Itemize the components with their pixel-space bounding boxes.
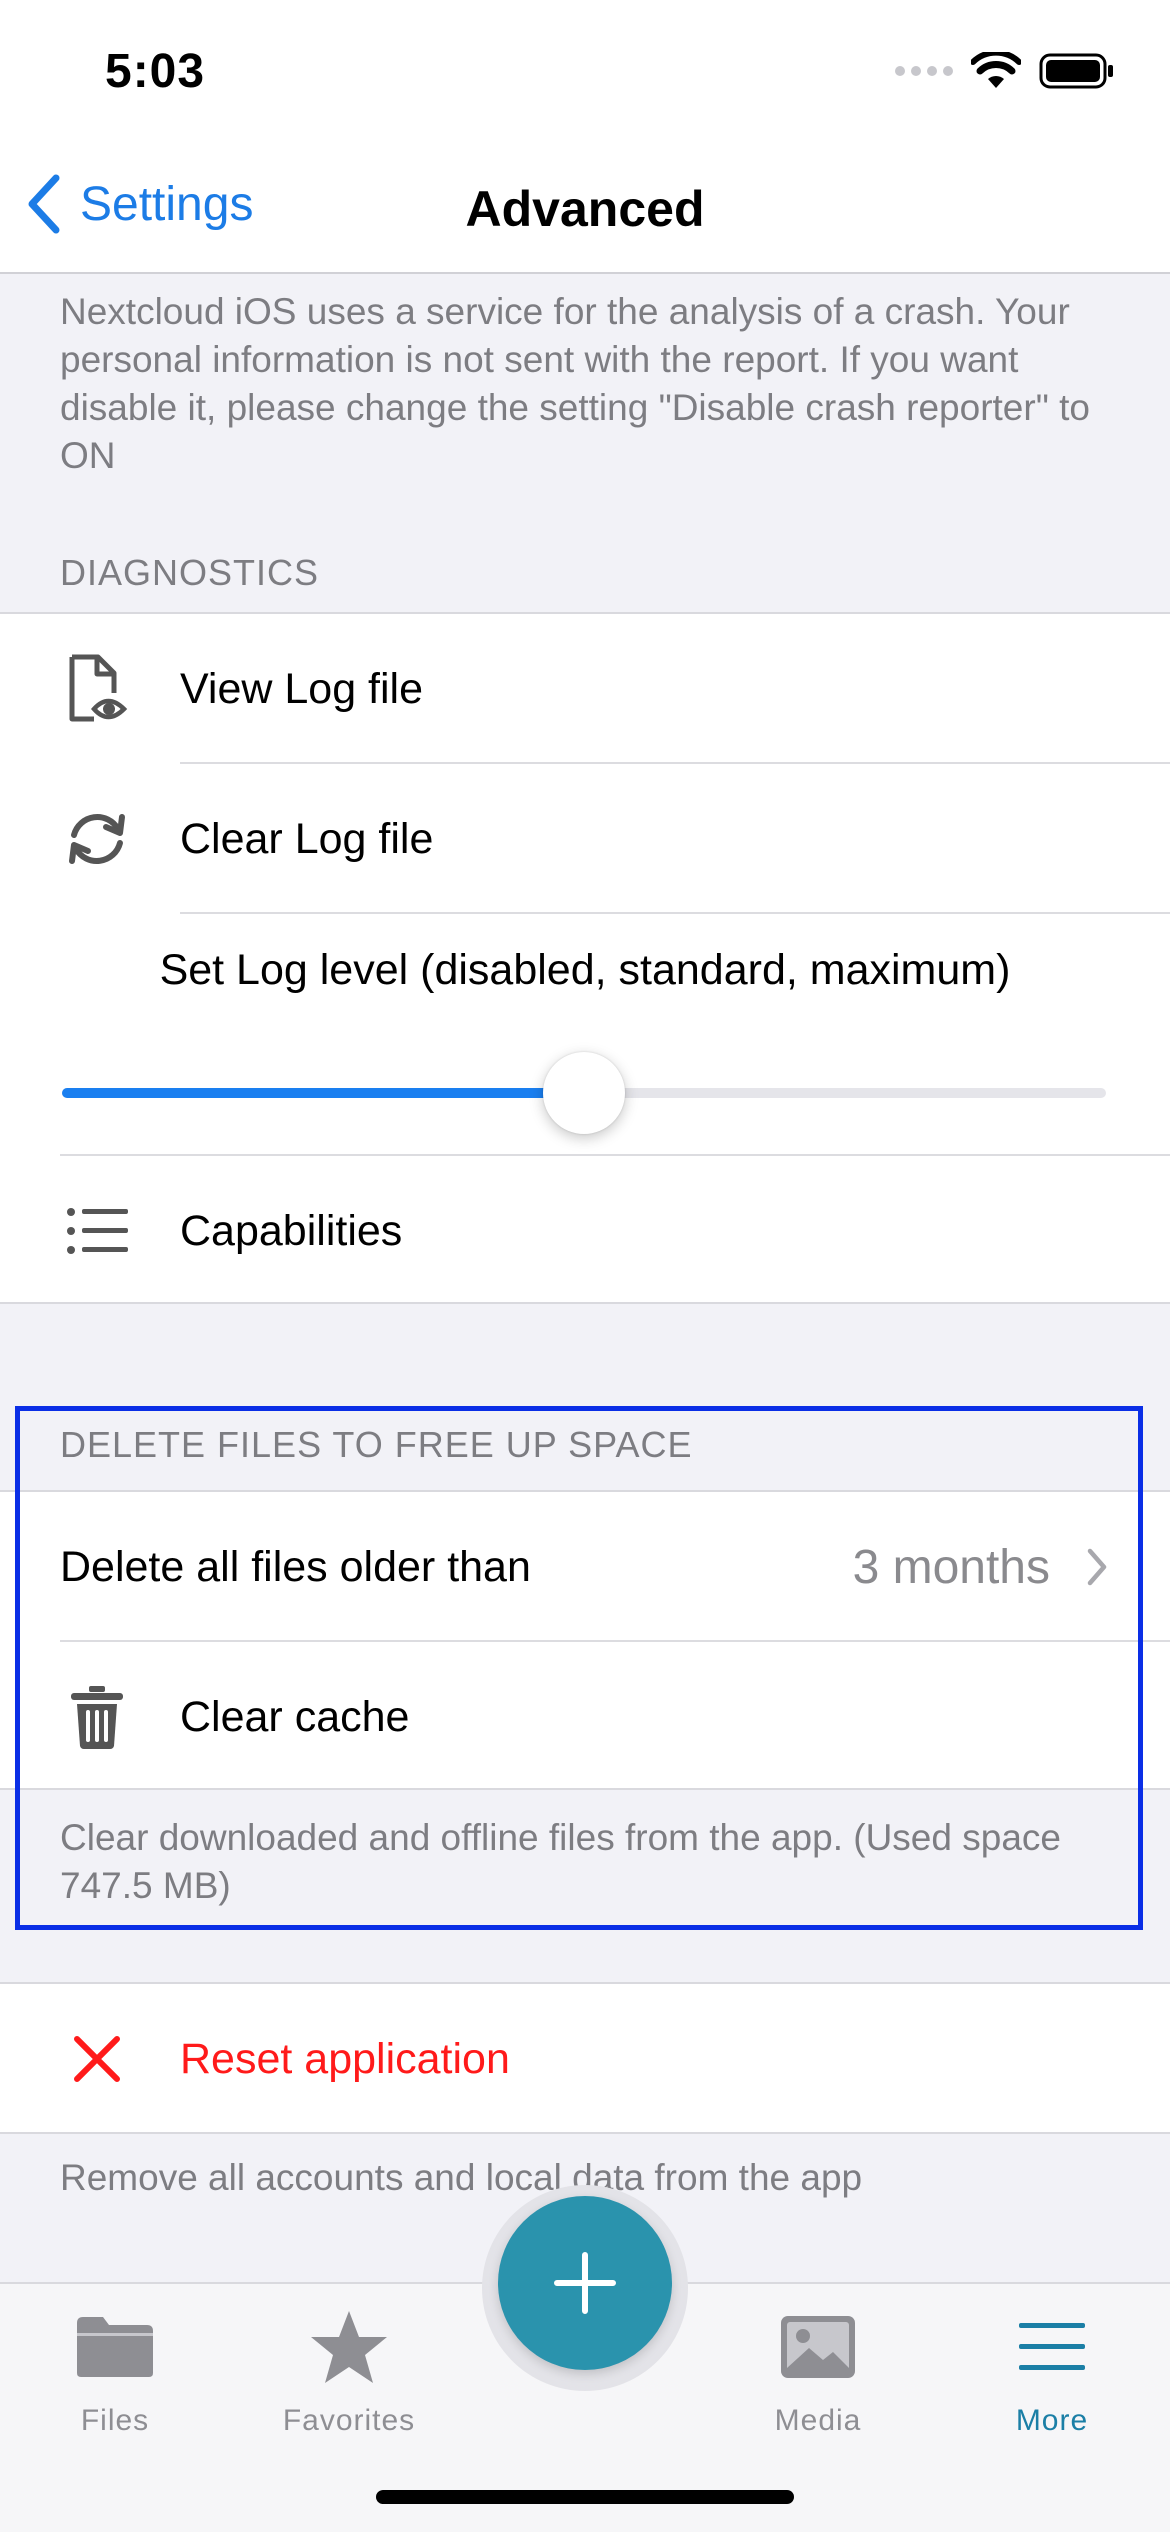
diagnostics-group: View Log file Clear Log file Set Log lev… xyxy=(0,612,1170,1304)
add-button[interactable] xyxy=(498,2196,672,2370)
tab-more-label: More xyxy=(1015,2404,1089,2437)
document-eye-icon xyxy=(60,649,134,729)
wifi-icon xyxy=(971,52,1021,88)
view-log-file-label: View Log file xyxy=(180,664,424,713)
star-icon xyxy=(259,2302,439,2392)
navigation-bar: Settings Advanced xyxy=(0,150,1170,274)
crash-reporter-info: Nextcloud iOS uses a service for the ana… xyxy=(60,291,1090,476)
tab-media-label: Media xyxy=(774,2404,862,2437)
log-level-slider-thumb[interactable] xyxy=(543,1052,625,1134)
log-level-slider-fill xyxy=(62,1088,584,1098)
status-time: 5:03 xyxy=(105,45,206,98)
close-icon xyxy=(60,2019,134,2099)
status-bar: 5:03 xyxy=(0,0,1170,150)
photo-icon xyxy=(728,2302,908,2392)
clear-log-file-label: Clear Log file xyxy=(180,814,434,863)
tab-favorites-label: Favorites xyxy=(282,2404,416,2437)
plus-icon xyxy=(554,2252,616,2314)
refresh-icon xyxy=(60,799,134,879)
folder-icon xyxy=(25,2302,205,2392)
home-indicator xyxy=(376,2490,794,2504)
signal-icon xyxy=(895,66,953,76)
diagnostics-header: DIAGNOSTICS xyxy=(60,552,320,593)
log-level-label: Set Log level (disabled, standard, maxim… xyxy=(159,946,1011,994)
list-icon xyxy=(60,1191,134,1271)
row-divider xyxy=(180,912,1170,914)
reset-group: Reset application xyxy=(0,1982,1170,2134)
tab-more[interactable]: More xyxy=(962,2302,1142,2438)
status-icons xyxy=(895,52,1115,90)
tab-files[interactable]: Files xyxy=(25,2302,205,2438)
tab-media[interactable]: Media xyxy=(728,2302,908,2438)
tab-files-label: Files xyxy=(80,2404,150,2437)
reset-application-row[interactable]: Reset application xyxy=(0,1984,1170,2134)
capabilities-label: Capabilities xyxy=(180,1206,403,1255)
clear-log-file-row[interactable]: Clear Log file xyxy=(0,764,1170,914)
capabilities-row[interactable]: Capabilities xyxy=(0,1156,1170,1306)
highlight-box xyxy=(15,1406,1143,1930)
reset-application-label: Reset application xyxy=(180,2034,510,2083)
tab-favorites[interactable]: Favorites xyxy=(259,2302,439,2438)
page-title: Advanced xyxy=(465,181,705,237)
battery-icon xyxy=(1039,53,1113,89)
view-log-file-row[interactable]: View Log file xyxy=(0,614,1170,764)
menu-icon xyxy=(962,2302,1142,2392)
